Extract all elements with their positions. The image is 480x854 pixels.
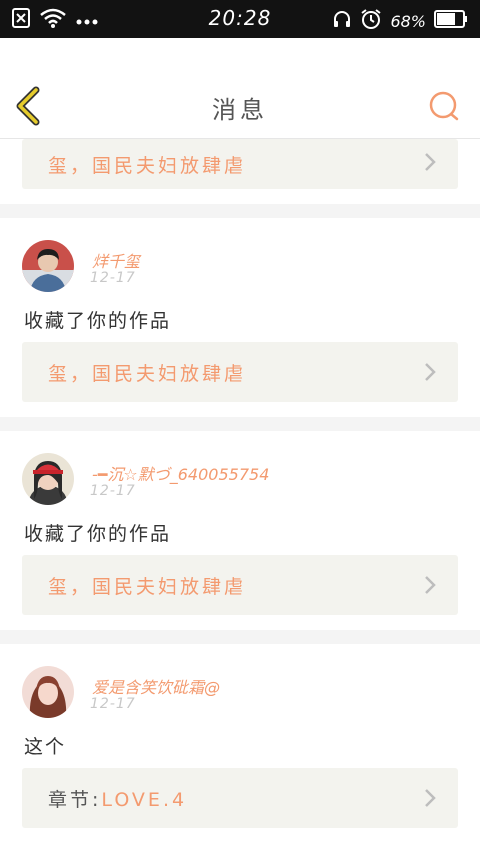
headphones-icon [332,9,352,33]
message-text: 收藏了你的作品 [24,523,172,545]
avatar[interactable] [22,240,74,292]
message-text: 收藏了你的作品 [24,310,172,332]
avatar[interactable] [22,453,74,505]
header-bar: 消息 [0,38,480,139]
divider [0,417,480,431]
work-link[interactable]: 玺，国民夫妇放肆虐 [22,555,458,615]
avatar[interactable] [22,666,74,718]
work-link[interactable]: 玺，国民夫妇放肆虐 [22,139,458,189]
chevron-right-icon [425,576,436,594]
work-link-text: 玺，国民夫妇放肆虐 [48,362,247,385]
chapter-link[interactable]: 章节:LOVE.4 [22,768,458,828]
divider [0,630,480,644]
username[interactable]: 烊千玺 [92,248,140,272]
username[interactable]: -━沉☆默づ_640055754 [92,461,269,485]
message-text: 这个 [24,736,67,758]
chapter-link-text: 章节:LOVE.4 [22,785,187,812]
battery-percent: 68% [390,11,426,31]
battery-icon [434,10,468,32]
chevron-right-icon [425,153,436,171]
message-card: 爱是含笑饮砒霜@ 12-17 这个 章节:LOVE.4 [0,644,480,828]
message-date: 12-17 [90,483,136,499]
chevron-right-icon [425,363,436,381]
work-link-text: 玺，国民夫妇放肆虐 [48,154,247,177]
message-card-partial: 玺，国民夫妇放肆虐 [0,139,480,204]
message-date: 12-17 [90,270,136,286]
work-link[interactable]: 玺，国民夫妇放肆虐 [22,342,458,402]
alarm-icon [360,8,382,34]
chapter-name: LOVE.4 [101,788,188,811]
search-button[interactable] [428,90,460,122]
message-card: -━沉☆默づ_640055754 12-17 收藏了你的作品 玺，国民夫妇放肆虐 [0,431,480,630]
divider [0,204,480,218]
message-list[interactable]: 玺，国民夫妇放肆虐 烊千玺 12-17 收藏了你的作品 玺，国民夫妇放肆虐 -━… [0,139,480,854]
message-date: 12-17 [90,696,136,712]
chapter-label: 章节: [48,788,102,811]
search-icon [429,91,459,121]
page-title: 消息 [212,96,268,124]
message-card: 烊千玺 12-17 收藏了你的作品 玺，国民夫妇放肆虐 [0,218,480,417]
chevron-right-icon [425,789,436,807]
work-link-text: 玺，国民夫妇放肆虐 [48,575,247,598]
status-bar: 20:28 68% [0,0,480,38]
username[interactable]: 爱是含笑饮砒霜@ [92,674,220,698]
